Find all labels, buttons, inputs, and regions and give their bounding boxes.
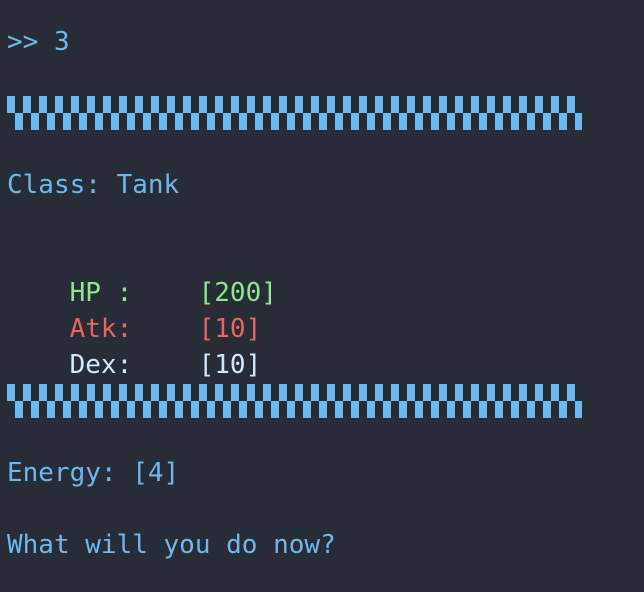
divider-bottom	[7, 384, 582, 420]
divider-top-row-2	[15, 113, 582, 130]
terminal-output: >> 3 Class: Tank HP : [200] Atk: [10] Dex:…	[7, 0, 637, 592]
energy-line: Energy: [4]	[7, 458, 180, 488]
class-line: Class: Tank	[7, 170, 180, 200]
divider-bottom-row-1	[7, 384, 582, 401]
divider-top	[7, 96, 582, 132]
divider-top-row-1	[7, 96, 582, 113]
divider-bottom-row-2	[15, 401, 582, 418]
atk-stat: Atk: [10]	[7, 275, 262, 344]
hp-stat: HP : [200]	[7, 239, 277, 308]
action-prompt: What will you do now?	[7, 530, 336, 560]
command-echo: >> 3	[7, 27, 70, 57]
dex-value: [10]	[198, 350, 262, 380]
dex-stat: Dex: [10]	[7, 311, 262, 380]
dex-label: Dex:	[69, 350, 133, 380]
